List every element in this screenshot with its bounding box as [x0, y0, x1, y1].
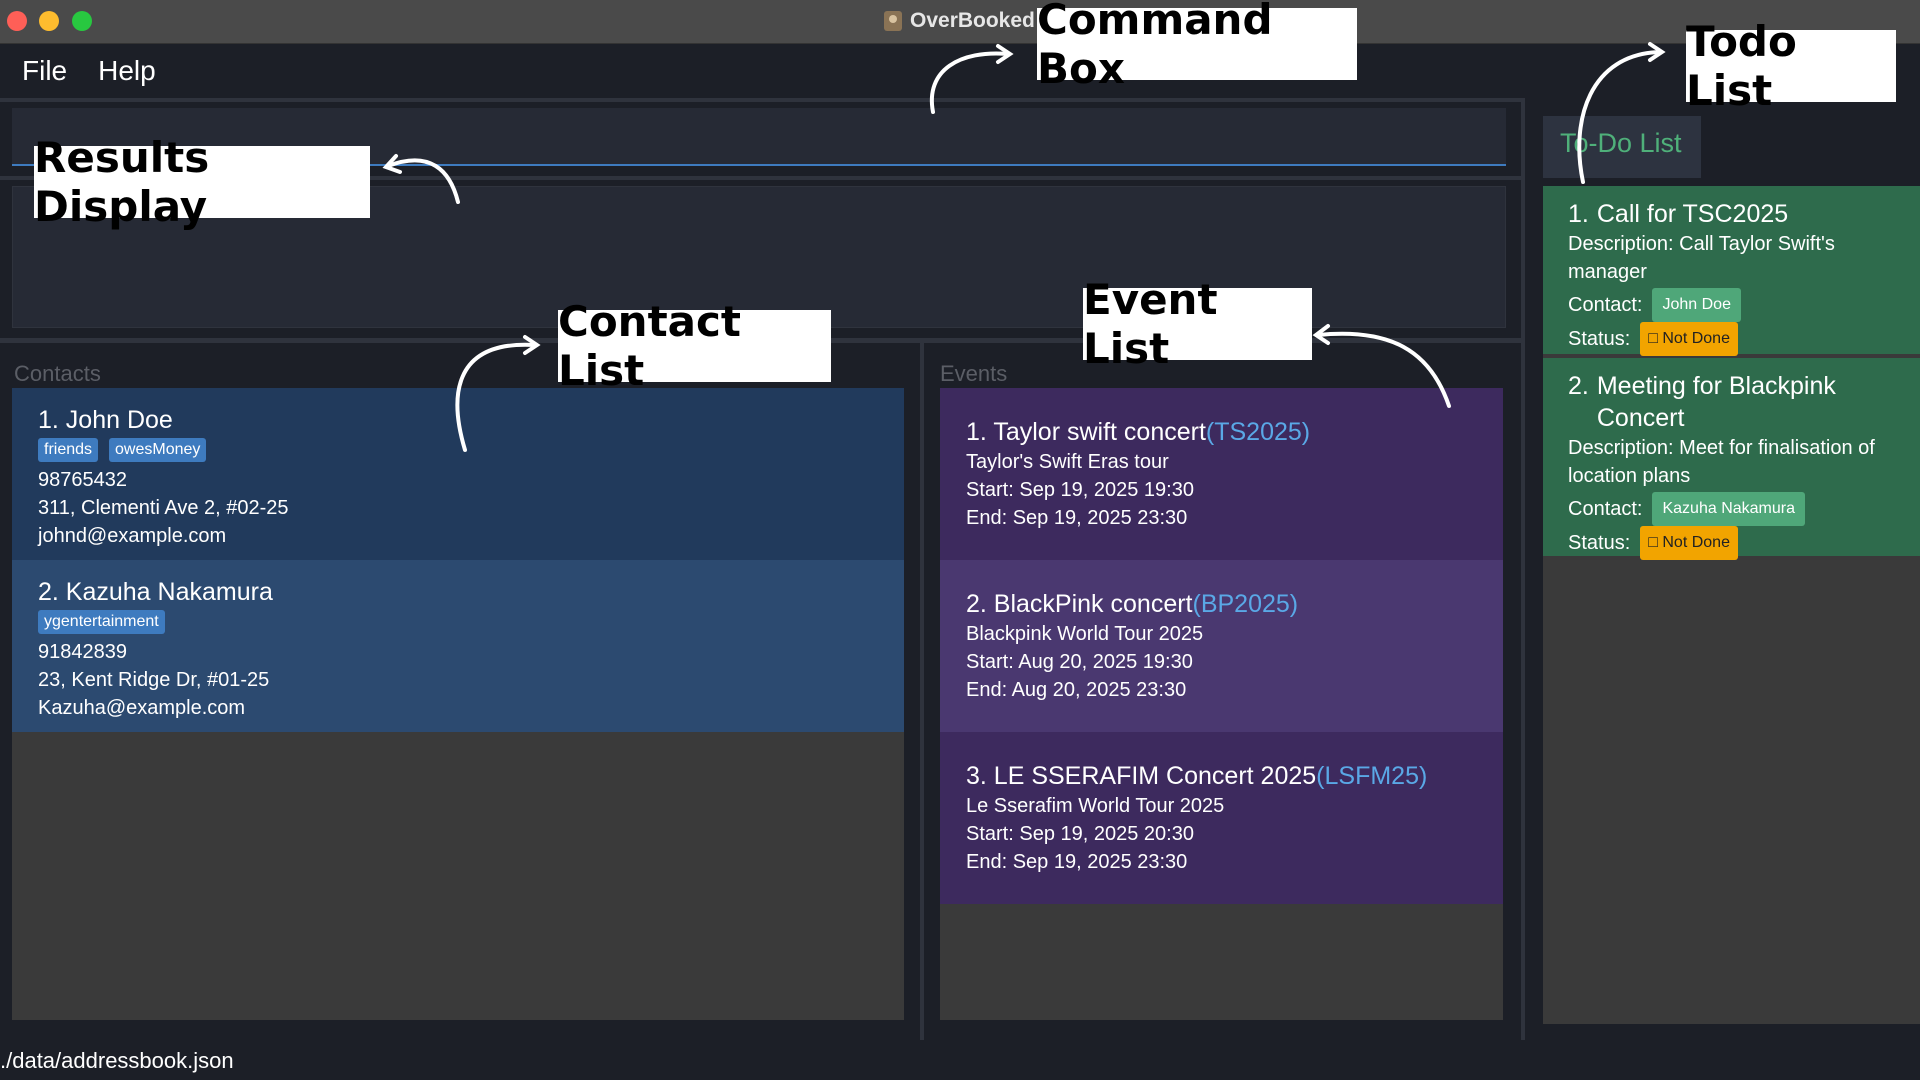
minimize-window-button[interactable]	[39, 11, 59, 31]
menu-bar: File Help	[0, 44, 1920, 98]
contacts-label: Contacts	[14, 361, 101, 386]
event-end: End: Aug 20, 2025 23:30	[966, 679, 1187, 701]
event-list[interactable]: 1. Taylor swift concert(TS2025) Taylor's…	[940, 388, 1503, 1020]
contact-card[interactable]: 1. John Doe friends owesMoney 98765432 3…	[12, 388, 904, 560]
todo-status-tag: □ Not Done	[1640, 322, 1738, 356]
todo-contact-label: Contact:	[1568, 498, 1643, 520]
event-end: End: Sep 19, 2025 23:30	[966, 507, 1188, 529]
close-window-button[interactable]	[7, 11, 27, 31]
app-window: OverBooked File Help Contacts 1. John Do…	[0, 0, 1920, 1080]
event-description: Blackpink World Tour 2025	[966, 623, 1204, 645]
event-description: Taylor's Swift Eras tour	[966, 451, 1169, 473]
event-code: (TS2025)	[1205, 418, 1311, 446]
contact-email: Kazuha@example.com	[38, 697, 246, 719]
todo-title: Call for TSC2025	[1596, 200, 1789, 228]
contact-phone: 91842839	[38, 641, 127, 663]
event-start: Start: Aug 20, 2025 19:30	[966, 651, 1193, 673]
tab-todo-list[interactable]: To-Do List	[1543, 116, 1701, 178]
todo-status-label: Status:	[1568, 328, 1631, 350]
window-title-text: OverBooked	[910, 9, 1035, 32]
todo-status-tag: □ Not Done	[1640, 526, 1738, 560]
contact-name: 1. John Doe	[38, 406, 173, 434]
contact-list[interactable]: 1. John Doe friends owesMoney 98765432 3…	[12, 388, 904, 1020]
event-title: 1. Taylor swift concert	[966, 418, 1206, 446]
callout-todo-list: Todo List	[1686, 17, 1896, 115]
event-title: 2. BlackPink concert	[966, 590, 1193, 618]
tag: owesMoney	[109, 438, 207, 462]
menu-help[interactable]: Help	[98, 55, 156, 87]
todo-card[interactable]: 2. Meeting for Blackpink Concert Descript…	[1543, 358, 1920, 560]
todo-list[interactable]: 1. Call for TSC2025 Description: Call Tay…	[1543, 186, 1920, 1024]
todo-contact-tag: Kazuha Nakamura	[1652, 492, 1805, 526]
splitter[interactable]	[1521, 98, 1525, 1040]
todo-contact-label: Contact:	[1568, 294, 1643, 316]
event-title: 3. LE SSERAFIM Concert 2025	[966, 762, 1317, 790]
todo-description: Description: Call Taylor Swift's manager	[1568, 233, 1835, 283]
callout-results-display: Results Display	[34, 133, 370, 231]
contact-name: 2. Kazuha Nakamura	[38, 578, 273, 606]
event-card[interactable]: 1. Taylor swift concert(TS2025) Taylor's…	[940, 388, 1503, 560]
contact-card[interactable]: 2. Kazuha Nakamura ygentertainment 91842…	[12, 560, 904, 732]
contact-tags: friends owesMoney	[38, 438, 878, 462]
title-bar: OverBooked	[0, 0, 1920, 44]
window-title: OverBooked	[884, 8, 1035, 34]
event-end: End: Sep 19, 2025 23:30	[966, 851, 1188, 873]
status-bar: ./data/addressbook.json	[0, 1040, 1920, 1080]
callout-command-box: Command Box	[1037, 0, 1357, 93]
contact-phone: 98765432	[38, 469, 127, 491]
app-icon	[884, 11, 902, 31]
maximize-window-button[interactable]	[72, 11, 92, 31]
menu-file[interactable]: File	[22, 55, 67, 87]
tag: ygentertainment	[38, 610, 165, 634]
contact-email: johnd@example.com	[38, 525, 227, 547]
event-card[interactable]: 3. LE SSERAFIM Concert 2025(LSFM25) Le S…	[940, 732, 1503, 904]
splitter[interactable]	[920, 343, 924, 1040]
todo-number: 1.	[1568, 200, 1589, 228]
todo-card[interactable]: 1. Call for TSC2025 Description: Call Tay…	[1543, 186, 1920, 356]
contact-address: 23, Kent Ridge Dr, #01-25	[38, 669, 270, 691]
todo-title: Meeting for Blackpink Concert	[1596, 372, 1836, 432]
todo-description: Description: Meet for finalisation of lo…	[1568, 437, 1875, 487]
callout-event-list: Event List	[1083, 275, 1312, 373]
divider	[0, 98, 1525, 102]
todo-number: 2.	[1568, 372, 1589, 400]
contact-tags: ygentertainment	[38, 610, 878, 634]
event-code: (BP2025)	[1192, 590, 1299, 618]
event-description: Le Sserafim World Tour 2025	[966, 795, 1225, 817]
callout-contact-list: Contact List	[558, 297, 831, 395]
event-card[interactable]: 2. BlackPink concert(BP2025) Blackpink W…	[940, 560, 1503, 732]
events-label: Events	[940, 361, 1008, 386]
tag: friends	[38, 438, 99, 462]
event-code: (LSFM25)	[1316, 762, 1428, 790]
event-start: Start: Sep 19, 2025 19:30	[966, 479, 1194, 501]
todo-status-label: Status:	[1568, 532, 1631, 554]
status-bar-path: ./data/addressbook.json	[0, 1048, 234, 1073]
contact-address: 311, Clementi Ave 2, #02-25	[38, 497, 289, 519]
event-start: Start: Sep 19, 2025 20:30	[966, 823, 1194, 845]
todo-contact-tag: John Doe	[1652, 288, 1741, 322]
